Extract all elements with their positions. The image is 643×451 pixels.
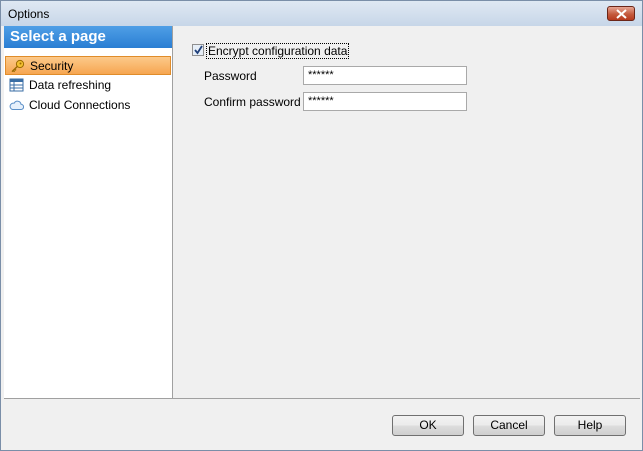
password-field[interactable]: ****** — [303, 66, 467, 85]
ok-button[interactable]: OK — [392, 415, 464, 436]
sidebar-item-label: Cloud Connections — [29, 98, 131, 112]
security-page: Encrypt configuration data Password ****… — [173, 26, 642, 398]
encrypt-checkbox[interactable] — [192, 44, 204, 56]
help-button[interactable]: Help — [554, 415, 626, 436]
password-label: Password — [204, 69, 257, 83]
encrypt-checkbox-label[interactable]: Encrypt configuration data — [206, 43, 350, 59]
window-title: Options — [8, 7, 50, 21]
footer-divider — [4, 398, 640, 399]
close-button[interactable] — [607, 6, 635, 21]
close-icon — [616, 9, 627, 19]
sidebar-item-data-refreshing[interactable]: Data refreshing — [5, 76, 171, 95]
sidebar-item-label: Data refreshing — [29, 78, 112, 92]
check-icon — [194, 45, 203, 55]
options-dialog: Options Select a page Security Data refr… — [0, 0, 643, 451]
cloud-icon — [9, 100, 24, 110]
confirm-password-field[interactable]: ****** — [303, 92, 467, 111]
page-list: Select a page Security Data refreshing C… — [4, 26, 173, 398]
confirm-password-label: Confirm password — [204, 95, 301, 109]
page-list-title: Select a page — [10, 28, 106, 45]
key-icon — [11, 59, 25, 73]
title-bar[interactable]: Options — [1, 1, 642, 26]
page-list-header: Select a page — [4, 26, 172, 48]
sidebar-item-cloud-connections[interactable]: Cloud Connections — [5, 96, 171, 115]
sidebar-item-security[interactable]: Security — [5, 56, 171, 75]
table-icon — [9, 78, 24, 92]
sidebar-item-label: Security — [30, 59, 74, 73]
cancel-button[interactable]: Cancel — [473, 415, 545, 436]
